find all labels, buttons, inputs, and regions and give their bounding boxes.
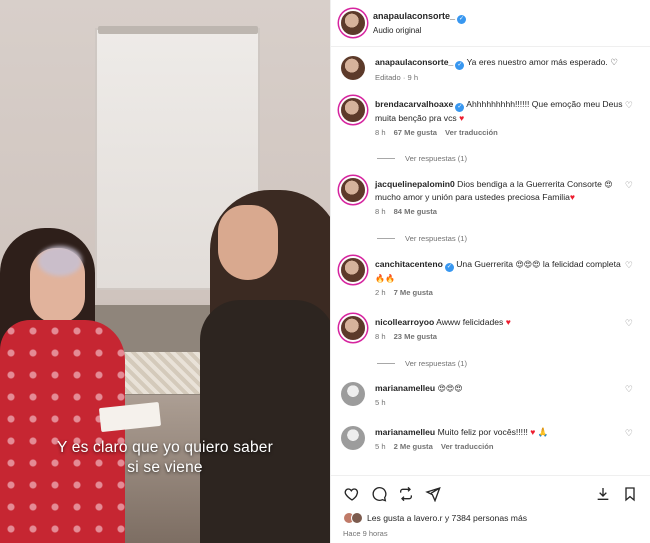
author-username[interactable]: anapaulaconsorte_ xyxy=(373,11,455,21)
comment-username[interactable]: marianamelleu xyxy=(375,427,435,437)
woman-body xyxy=(200,300,330,543)
heart-outline-icon: ♡ xyxy=(610,57,618,67)
subtitle-line-1: Y es claro que yo quiero saber xyxy=(57,439,273,456)
translate-link[interactable]: Ver traducción xyxy=(441,442,494,451)
comment-likes[interactable]: 67 Me gusta xyxy=(394,128,437,137)
comment-text-2: la felicidad completa xyxy=(542,259,621,269)
comment-username[interactable]: marianamelleu xyxy=(375,383,435,393)
blind-bar xyxy=(98,26,258,34)
liker-avatar xyxy=(351,512,363,524)
comment-time: 8 h xyxy=(375,207,386,216)
verified-icon: ✓ xyxy=(455,61,465,70)
video-subtitle: Y es claro que yo quiero saber si se vie… xyxy=(0,438,330,478)
caption-username[interactable]: anapaulaconsorte_ xyxy=(375,57,453,67)
comment-username[interactable]: canchitacenteno xyxy=(375,259,443,269)
replies-line xyxy=(377,363,395,364)
comment-text: Dios bendiga a la Guerrerita Consorte xyxy=(457,179,602,189)
red-heart-emoji: ♥ xyxy=(505,317,511,327)
comment-likes[interactable]: 2 Me gusta xyxy=(394,442,433,451)
video-player[interactable]: Y es claro que yo quiero saber si se vie… xyxy=(0,0,330,543)
emoji: 😍 xyxy=(604,180,613,189)
view-replies-label[interactable]: Ver respuestas (1) xyxy=(405,359,467,368)
woman-face xyxy=(218,205,278,280)
comment-item: marianamelleu 😍😍😍 5 h ♡ xyxy=(341,382,641,407)
emoji: 😍😍😍 xyxy=(515,260,541,269)
comment-time: 5 h xyxy=(375,442,386,451)
view-replies-label[interactable]: Ver respuestas (1) xyxy=(405,154,467,163)
verified-icon: ✓ xyxy=(457,15,467,24)
comment-time: 2 h xyxy=(375,288,386,297)
like-comment-icon[interactable]: ♡ xyxy=(625,384,633,395)
comment-username[interactable]: nicollearroyoo xyxy=(375,317,434,327)
header-divider xyxy=(331,46,650,47)
actions-divider xyxy=(331,475,650,476)
comments-list: anapaulaconsorte_ ✓ Ya eres nuestro amor … xyxy=(331,52,650,472)
like-comment-icon[interactable]: ♡ xyxy=(625,318,633,329)
comment-item: canchitacenteno ✓ Una Guerrerita 😍😍😍 la f… xyxy=(341,258,641,297)
comment-text: Awww felicidades xyxy=(436,317,504,327)
subtitle-line-2: si se viene xyxy=(127,459,203,476)
comment-likes[interactable]: 23 Me gusta xyxy=(394,332,437,341)
comment-time: 8 h xyxy=(375,128,386,137)
likes-text[interactable]: Les gusta a lavero.r y 7384 personas más xyxy=(367,513,527,523)
verified-icon: ✓ xyxy=(444,263,454,272)
red-heart-emoji: ♥ xyxy=(569,192,575,202)
like-comment-icon[interactable]: ♡ xyxy=(625,180,633,191)
likes-summary[interactable]: Les gusta a lavero.r y 7384 personas más xyxy=(343,512,527,524)
translate-link[interactable]: Ver traducción xyxy=(445,128,498,137)
comment-likes[interactable]: 7 Me gusta xyxy=(394,288,433,297)
caption: anapaulaconsorte_ ✓ Ya eres nuestro amor … xyxy=(341,56,641,82)
post-time: Hace 9 horas xyxy=(343,529,388,538)
caption-avatar[interactable] xyxy=(341,56,365,80)
caption-meta: Editado · 9 h xyxy=(375,73,419,82)
comment-time: 8 h xyxy=(375,332,386,341)
caption-text: Ya eres nuestro amor más esperado. xyxy=(466,57,608,67)
comment-avatar[interactable] xyxy=(341,178,365,202)
share-icon[interactable] xyxy=(422,484,444,504)
comment-avatar[interactable] xyxy=(341,382,365,406)
comment-avatar[interactable] xyxy=(341,426,365,450)
comment-text-2: mucho amor y unión para ustedes preciosa… xyxy=(375,192,570,202)
bookmark-icon[interactable] xyxy=(619,484,641,504)
replies-line xyxy=(377,238,395,239)
comment-likes[interactable]: 84 Me gusta xyxy=(394,207,437,216)
view-replies[interactable]: Ver respuestas (1) xyxy=(377,234,467,243)
comments-panel: anapaulaconsorte_ ✓ Audio original anapau… xyxy=(330,0,650,543)
comment-text: Una Guerrerita xyxy=(456,259,514,269)
red-heart-emoji: ♥ xyxy=(459,113,465,123)
comment-avatar[interactable] xyxy=(341,98,365,122)
action-bar xyxy=(341,484,646,504)
like-comment-icon[interactable]: ♡ xyxy=(625,428,633,439)
view-replies-label[interactable]: Ver respuestas (1) xyxy=(405,234,467,243)
save-icon[interactable] xyxy=(592,484,614,504)
comment-time: 5 h xyxy=(375,398,386,407)
view-replies[interactable]: Ver respuestas (1) xyxy=(377,154,467,163)
comment-item: marianamelleu Muito feliz por vocês!!!!!… xyxy=(341,426,641,451)
audio-label[interactable]: Audio original xyxy=(373,26,466,35)
author-avatar[interactable] xyxy=(341,11,365,35)
comment-item: brendacarvalhoaxe ✓ Ahhhhhhhhh!!!!!! Que … xyxy=(341,98,641,137)
like-comment-icon[interactable]: ♡ xyxy=(625,260,633,271)
comment-icon[interactable] xyxy=(368,484,390,504)
emoji: 😍😍😍 xyxy=(437,384,463,393)
fire-emoji: 🔥🔥 xyxy=(375,274,395,283)
post-header: anapaulaconsorte_ ✓ Audio original xyxy=(341,8,467,38)
comment-username[interactable]: jacquelinepalomin0 xyxy=(375,179,455,189)
comment-avatar[interactable] xyxy=(341,316,365,340)
view-replies[interactable]: Ver respuestas (1) xyxy=(377,359,467,368)
heart-pray-emoji: ♥ 🙏 xyxy=(530,427,549,437)
repost-icon[interactable] xyxy=(395,484,417,504)
comment-item: nicollearroyoo Awww felicidades ♥ 8 h 23 … xyxy=(341,316,641,341)
face-blur xyxy=(38,246,82,276)
comment-text: Muito feliz por vocês!!!!! xyxy=(437,427,528,437)
comment-item: jacquelinepalomin0 Dios bendiga a la Gue… xyxy=(341,178,641,216)
replies-line xyxy=(377,158,395,159)
like-comment-icon[interactable]: ♡ xyxy=(625,100,633,111)
comment-username[interactable]: brendacarvalhoaxe xyxy=(375,99,453,109)
heart-icon[interactable] xyxy=(341,484,363,504)
comment-avatar[interactable] xyxy=(341,258,365,282)
verified-icon: ✓ xyxy=(455,103,465,112)
